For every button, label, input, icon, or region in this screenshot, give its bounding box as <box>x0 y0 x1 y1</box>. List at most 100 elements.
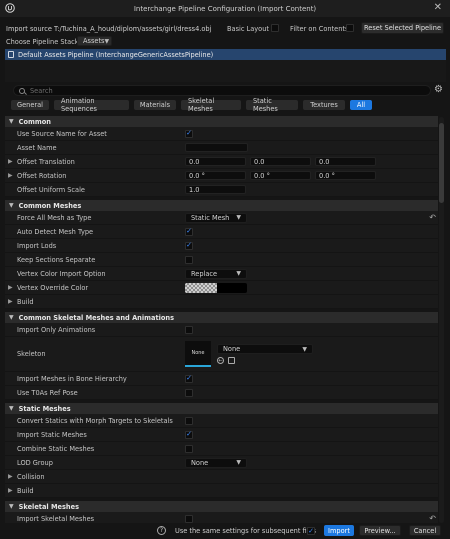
auto-detect-mesh-type-checkbox[interactable]: ✓ <box>185 227 193 236</box>
browse-folder-icon[interactable] <box>228 357 235 364</box>
cancel-button[interactable]: Cancel <box>409 525 441 536</box>
basic-layout-label: Basic Layout <box>227 24 269 33</box>
property-row: Keep Sections Separate <box>5 253 438 267</box>
property-label: Offset Translation <box>17 157 75 166</box>
keep-sections-separate-checkbox[interactable] <box>185 255 193 264</box>
offset-uniform-scale-field[interactable]: 1.0 <box>185 185 246 194</box>
property-label: Auto Detect Mesh Type <box>17 227 94 236</box>
category-common[interactable]: ▼ Common <box>5 116 438 127</box>
property-row: ▶ Build <box>5 484 438 498</box>
skeleton-thumbnail[interactable]: None <box>185 341 211 367</box>
import-source-label: Import source T:/Tuchina_A_houd/diplom/a… <box>6 24 212 33</box>
reset-to-default-icon[interactable]: ↶ <box>429 213 436 222</box>
use-source-name-checkbox[interactable]: ✓ <box>185 129 193 138</box>
import-static-meshes-checkbox[interactable]: ✓ <box>185 430 193 439</box>
filter-on-contents-label: Filter on Contents <box>290 24 349 33</box>
import-button[interactable]: Import <box>324 525 354 536</box>
details-scrollbar[interactable] <box>439 117 444 523</box>
tab-animation-sequences[interactable]: Animation Sequences <box>54 97 129 113</box>
property-row: Offset Uniform Scale 1.0 <box>5 183 438 197</box>
use-selected-asset-icon[interactable]: ← <box>217 357 224 364</box>
tab-materials[interactable]: Materials <box>134 100 176 110</box>
search-placeholder: Search <box>30 86 53 95</box>
close-icon[interactable]: ✕ <box>434 2 442 14</box>
reset-selected-pipeline-button[interactable]: Reset Selected Pipeline <box>361 22 444 34</box>
caret-right-icon[interactable]: ▶ <box>8 284 13 291</box>
category-skeletal-meshes[interactable]: ▼ Skeletal Meshes <box>5 501 438 512</box>
property-row: Import Lods ✓ <box>5 239 438 253</box>
caret-down-icon: ▼ <box>9 405 14 412</box>
force-mesh-type-combo[interactable]: Static Mesh ▼ <box>185 212 247 223</box>
caret-right-icon[interactable]: ▶ <box>8 487 13 494</box>
vertex-color-import-combo[interactable]: Replace ▼ <box>185 268 247 279</box>
property-label: LOD Group <box>17 458 53 467</box>
property-label: Asset Name <box>17 143 57 152</box>
reset-to-default-icon[interactable]: ↶ <box>429 514 436 523</box>
property-label: Use T0As Ref Pose <box>17 388 78 397</box>
caret-right-icon[interactable]: ▶ <box>8 298 13 305</box>
property-row: Convert Statics with Morph Targets to Sk… <box>5 414 438 428</box>
use-t0-ref-pose-checkbox[interactable] <box>185 388 193 397</box>
offset-rotation-x-field[interactable]: 0.0 ° <box>185 171 246 180</box>
same-settings-checkbox[interactable]: ✓ <box>307 527 315 535</box>
property-row: Skeleton None None ▼ ← <box>5 337 438 372</box>
property-label: Offset Rotation <box>17 171 67 180</box>
import-skeletal-meshes-checkbox[interactable] <box>185 514 193 523</box>
chevron-down-icon: ▼ <box>236 459 241 466</box>
offset-rotation-y-field[interactable]: 0.0 ° <box>250 171 311 180</box>
gear-icon[interactable]: ⚙ <box>434 84 443 96</box>
chevron-down-icon: ▼ <box>104 37 110 45</box>
category-title: Common Meshes <box>18 201 82 210</box>
asset-name-field[interactable] <box>185 143 248 152</box>
category-tabs: General Animation Sequences Materials Sk… <box>11 97 372 113</box>
category-title: Skeletal Meshes <box>18 502 79 511</box>
property-label: Import Only Animations <box>17 325 96 334</box>
category-common-meshes[interactable]: ▼ Common Meshes <box>5 200 438 211</box>
filter-on-contents-checkbox[interactable] <box>346 24 354 32</box>
lod-group-combo[interactable]: None ▼ <box>185 457 247 468</box>
preview-button[interactable]: Preview... <box>359 525 401 536</box>
property-label: Convert Statics with Morph Targets to Sk… <box>17 416 173 425</box>
offset-translation-x-field[interactable]: 0.0 <box>185 157 246 166</box>
convert-statics-checkbox[interactable] <box>185 416 193 425</box>
basic-layout-checkbox[interactable] <box>271 24 279 32</box>
property-label: Import Static Meshes <box>17 430 87 439</box>
property-label: Import Meshes in Bone Hierarchy <box>17 374 127 383</box>
category-common-skeletal[interactable]: ▼ Common Skeletal Meshes and Animations <box>5 312 438 323</box>
caret-right-icon[interactable]: ▶ <box>8 172 13 179</box>
category-title: Common <box>18 117 51 126</box>
caret-right-icon[interactable]: ▶ <box>8 473 13 480</box>
category-title: Static Meshes <box>18 404 71 413</box>
help-icon[interactable]: ? <box>157 526 166 535</box>
category-title: Common Skeletal Meshes and Animations <box>18 313 175 322</box>
tab-static-meshes[interactable]: Static Meshes <box>246 97 298 113</box>
tab-textures[interactable]: Textures <box>303 100 345 110</box>
property-row: ▶ Build <box>5 295 438 309</box>
details-panel: ▼ Common Use Source Name for Asset ✓ Ass… <box>5 116 438 524</box>
category-static-meshes[interactable]: ▼ Static Meshes <box>5 403 438 414</box>
offset-translation-y-field[interactable]: 0.0 <box>250 157 311 166</box>
tab-general[interactable]: General <box>11 100 49 110</box>
pipeline-list-item[interactable]: Default Assets Pipeline (InterchangeGene… <box>5 49 446 60</box>
pipeline-stack-value: Assets <box>83 37 105 45</box>
import-only-animations-checkbox[interactable] <box>185 325 193 334</box>
pipeline-stack-combo[interactable]: Assets ▼ <box>77 36 112 46</box>
skeleton-combo[interactable]: None ▼ <box>217 344 313 354</box>
tab-skeletal-meshes[interactable]: Skeletal Meshes <box>181 97 241 113</box>
import-lods-checkbox[interactable]: ✓ <box>185 241 193 250</box>
property-row: ▶ Collision <box>5 470 438 484</box>
property-row: Import Meshes in Bone Hierarchy ✓ <box>5 372 438 386</box>
search-input[interactable]: Search <box>13 85 431 96</box>
property-row: ▶ Offset Rotation 0.0 ° 0.0 ° 0.0 ° <box>5 169 438 183</box>
offset-translation-z-field[interactable]: 0.0 <box>315 157 376 166</box>
property-row: Auto Detect Mesh Type ✓ <box>5 225 438 239</box>
import-meshes-bone-hierarchy-checkbox[interactable]: ✓ <box>185 374 193 383</box>
vertex-override-color-swatch[interactable] <box>185 282 247 293</box>
combine-static-meshes-checkbox[interactable] <box>185 444 193 453</box>
caret-right-icon[interactable]: ▶ <box>8 158 13 165</box>
scrollbar-thumb[interactable] <box>439 123 444 203</box>
property-label: Build <box>17 486 34 495</box>
tab-all[interactable]: All <box>350 100 372 110</box>
search-icon <box>19 87 25 94</box>
offset-rotation-z-field[interactable]: 0.0 ° <box>315 171 376 180</box>
